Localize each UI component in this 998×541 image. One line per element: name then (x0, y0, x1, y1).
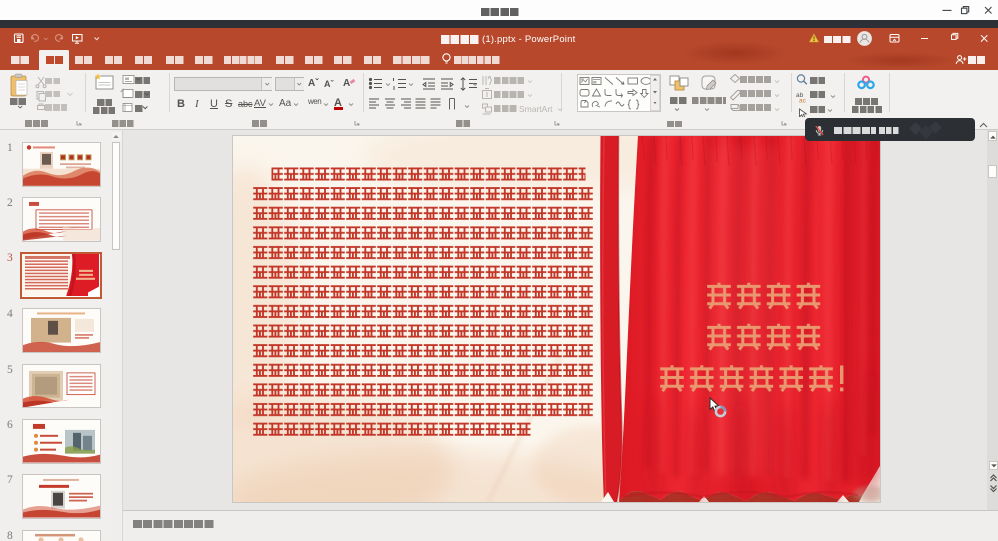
svg-text:ac: ac (799, 98, 807, 105)
